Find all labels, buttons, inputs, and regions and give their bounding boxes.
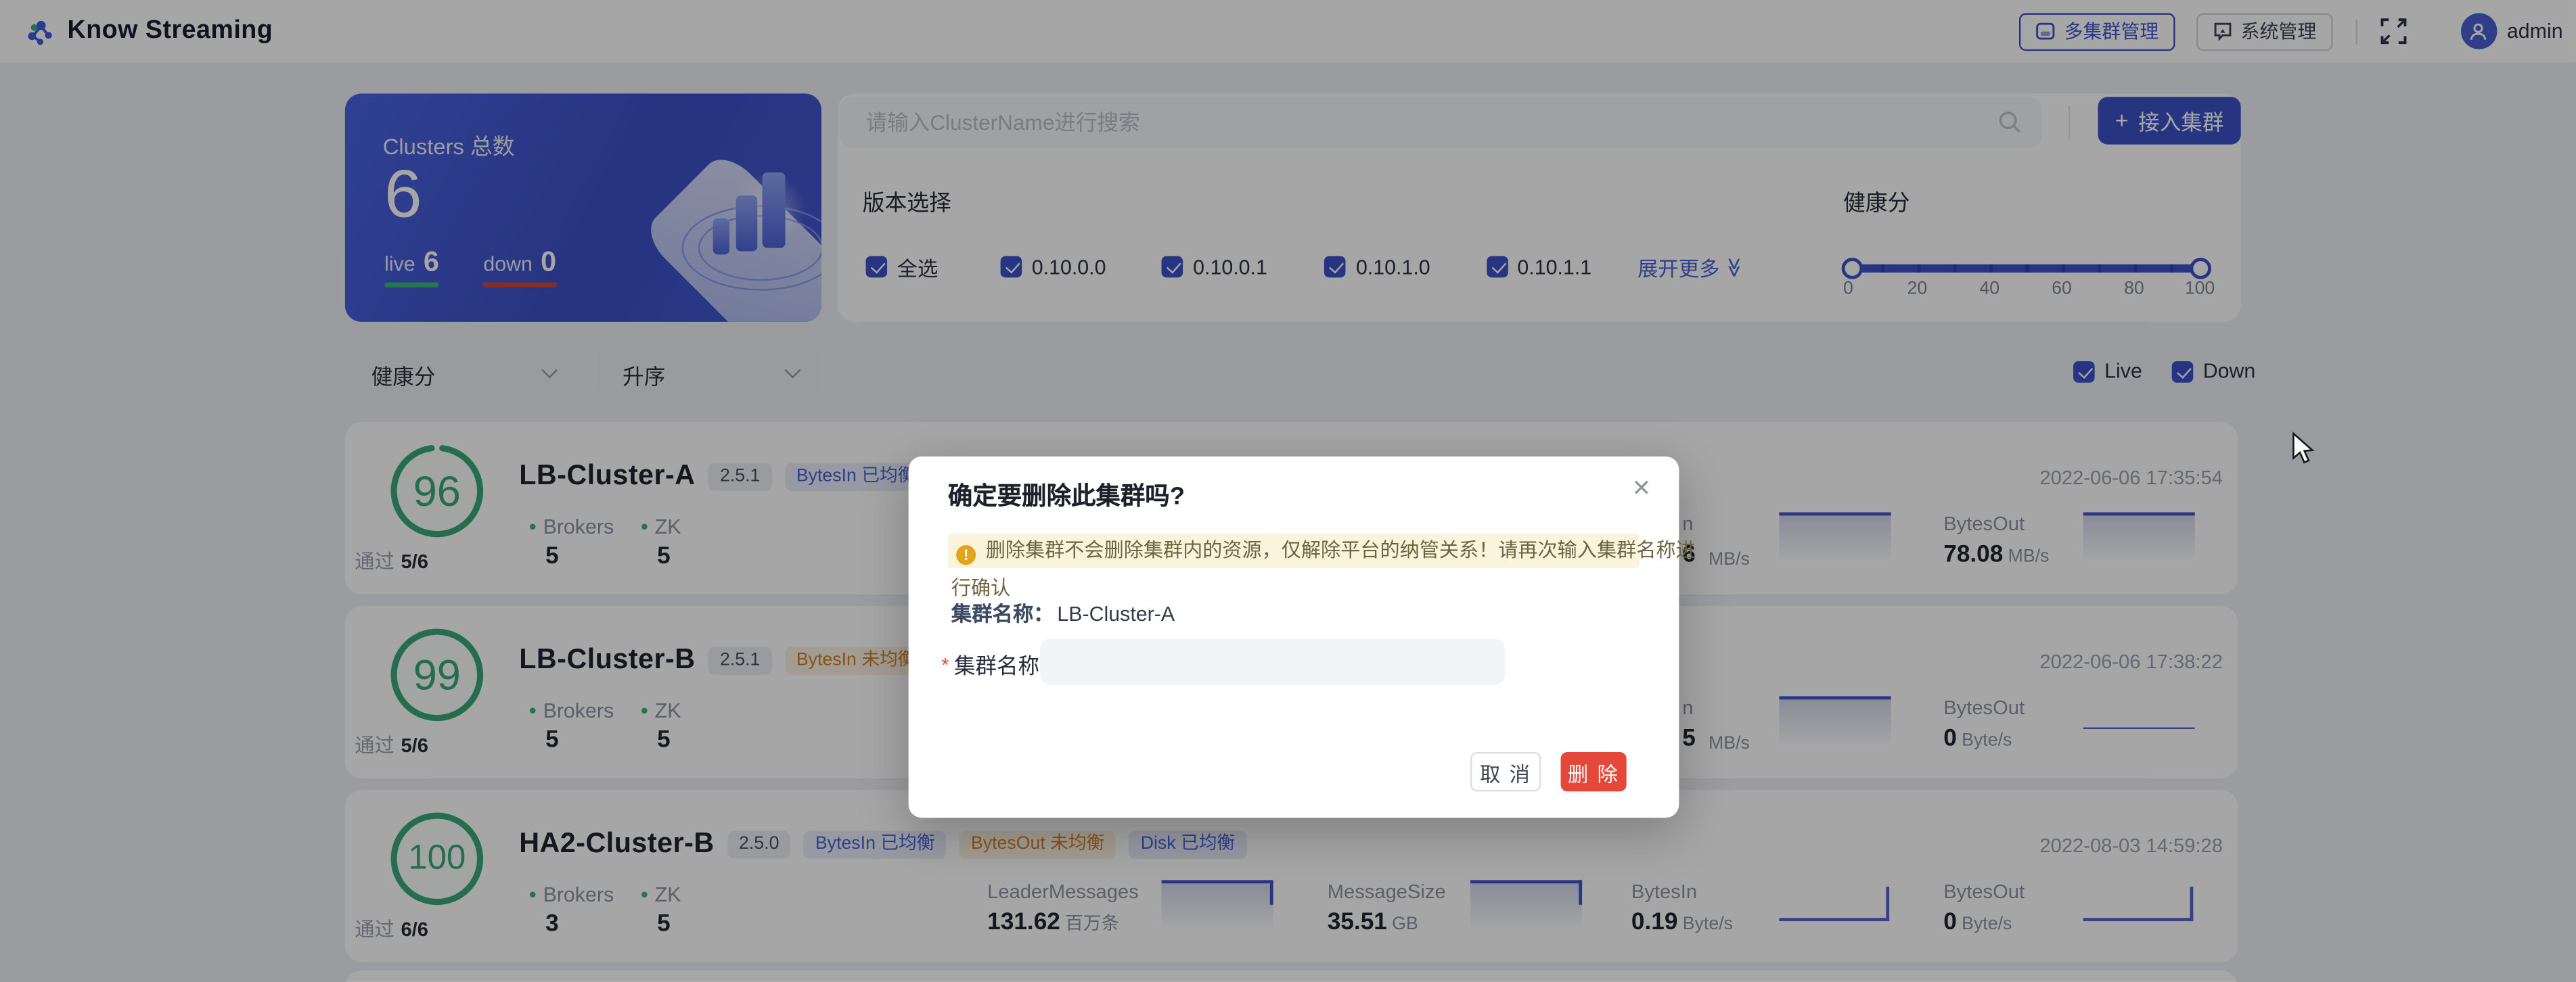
warning-icon: ! [956, 545, 976, 565]
app-root: Know Streaming 多集群管理 系统管理 [0, 0, 2576, 982]
mouse-cursor [2292, 432, 2315, 465]
required-asterisk: * [941, 653, 949, 676]
cluster-name-input[interactable] [1040, 638, 1505, 684]
cluster-name-value: LB-Cluster-A [1057, 603, 1175, 626]
modal-title: 确定要删除此集群吗? [948, 478, 1185, 513]
cancel-button[interactable]: 取 消 [1470, 752, 1541, 791]
warning-alert: !删除集群不会删除集群内的资源，仅解除平台的纳管关系！请再次输入集群名称进 [948, 534, 1640, 568]
delete-button[interactable]: 删 除 [1561, 752, 1627, 791]
delete-cluster-modal: 确定要删除此集群吗? ✕ !删除集群不会删除集群内的资源，仅解除平台的纳管关系！… [909, 457, 1679, 818]
cluster-name-line: 集群名称：LB-Cluster-A [951, 596, 1175, 627]
close-icon[interactable]: ✕ [1632, 475, 1651, 502]
